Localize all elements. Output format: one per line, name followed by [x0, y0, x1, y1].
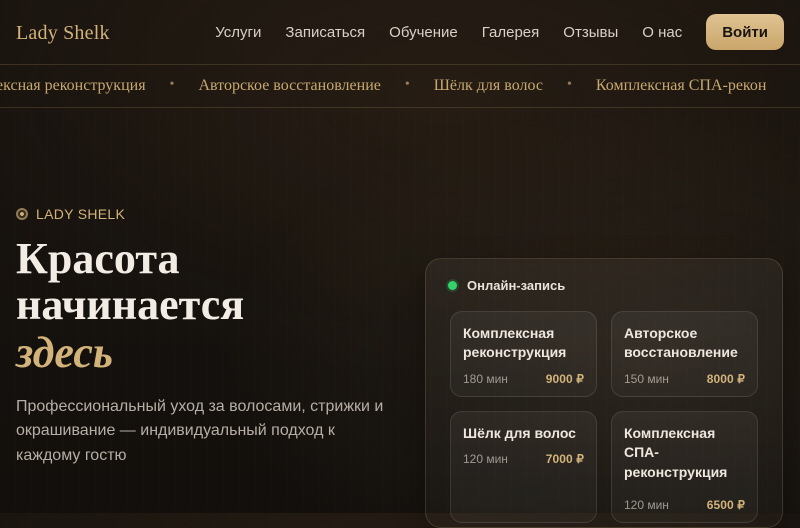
service-duration: 120 мин [463, 452, 508, 466]
hero-title-accent: здесь [16, 328, 114, 378]
hero-lead: Профессиональный уход за волосами, стриж… [16, 397, 384, 465]
marquee-item: Шёлк для волос [433, 77, 543, 94]
brand-logo[interactable]: Lady Shelk [16, 22, 110, 45]
online-booking-label: Онлайн-запись [467, 277, 566, 293]
hero-kicker: LADY SHELK [16, 206, 396, 222]
online-status-icon [448, 280, 457, 290]
service-duration: 180 мин [463, 372, 508, 386]
nav-item-reviews[interactable]: Отзывы [563, 24, 618, 41]
services-marquee: лексная реконструкция • Авторское восста… [0, 64, 800, 108]
service-price: 6500 ₽ [706, 498, 745, 512]
hero-section: LADY SHELK Красота начинается здесь Проф… [16, 206, 396, 485]
service-card-reconstruction[interactable]: Комплексная реконструкция 180 мин 9000 ₽ [450, 311, 597, 397]
service-price: 9000 ₽ [545, 372, 584, 386]
nav-item-about[interactable]: О нас [642, 24, 682, 41]
service-meta: 180 мин 9000 ₽ [463, 372, 584, 386]
hero-title: Красота начинается здесь [16, 234, 396, 378]
brand-dot-icon [16, 208, 28, 220]
hero-title-line: начинается [16, 280, 245, 330]
online-booking-header: Онлайн-запись [426, 259, 782, 311]
service-title: Комплексная СПА-реконструкция [624, 425, 728, 480]
marquee-track: лексная реконструкция • Авторское восста… [0, 77, 766, 95]
service-title: Комплексная реконструкция [463, 325, 567, 361]
service-title: Авторское восстановление [624, 325, 738, 361]
marquee-item: Комплексная СПА-рекон [595, 77, 767, 94]
top-navigation: Lady Shelk Услуги Записаться Обучение Га… [0, 0, 800, 64]
service-card-spa-reconstruction[interactable]: Комплексная СПА-реконструкция 120 мин 65… [611, 411, 758, 523]
nav-item-gallery[interactable]: Галерея [482, 24, 540, 41]
login-button[interactable]: Войти [706, 14, 784, 50]
hero-kicker-text: LADY SHELK [36, 206, 126, 222]
marquee-separator: • [566, 77, 572, 92]
service-title: Шёлк для волос [463, 425, 576, 441]
service-card-restoration[interactable]: Авторское восстановление 150 мин 8000 ₽ [611, 311, 758, 397]
services-grid: Комплексная реконструкция 180 мин 9000 ₽… [426, 311, 782, 523]
service-duration: 120 мин [624, 498, 669, 512]
service-meta: 150 мин 8000 ₽ [624, 372, 745, 386]
marquee-separator: • [169, 77, 175, 92]
service-duration: 150 мин [624, 372, 669, 386]
service-price: 8000 ₽ [706, 372, 745, 386]
marquee-item: лексная реконструкция [0, 77, 146, 94]
service-price: 7000 ₽ [545, 452, 584, 466]
online-booking-panel: Онлайн-запись Комплексная реконструкция … [425, 258, 783, 528]
main-menu: Услуги Записаться Обучение Галерея Отзыв… [215, 24, 682, 41]
service-card-silk[interactable]: Шёлк для волос 120 мин 7000 ₽ [450, 411, 597, 523]
hero-title-line: Красота [16, 234, 180, 283]
nav-item-book[interactable]: Записаться [285, 24, 365, 41]
marquee-separator: • [404, 77, 410, 92]
service-meta: 120 мин 6500 ₽ [624, 498, 745, 512]
nav-item-training[interactable]: Обучение [389, 24, 458, 41]
nav-item-services[interactable]: Услуги [215, 24, 261, 41]
marquee-item: Авторское восстановление [198, 77, 381, 94]
service-meta: 120 мин 7000 ₽ [463, 452, 584, 466]
